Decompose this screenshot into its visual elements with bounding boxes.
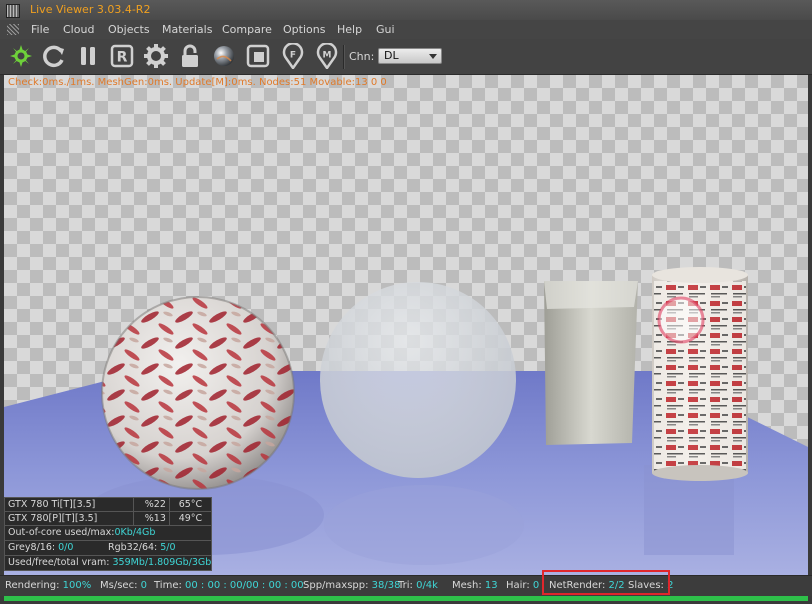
netrender-highlight-box (542, 570, 670, 595)
refresh-icon (43, 45, 64, 68)
svg-text:F: F (290, 51, 296, 61)
clay-icon (246, 44, 270, 68)
material-ball-button[interactable] (210, 42, 238, 70)
gpu-temp: 65°C (168, 497, 213, 512)
vram-line: Used/free/total vram: 359Mb/1.809Gb/3Gb (4, 556, 212, 571)
render-progress-bar (4, 596, 808, 601)
rgb-value: 5/0 (160, 542, 176, 553)
chevron-down-icon (429, 54, 437, 59)
gpu-row: GTX 780 Ti[T][3.5] %22 65°C (4, 497, 213, 512)
clay-button[interactable] (244, 42, 272, 70)
rgb-label: Rgb32/64: (108, 542, 161, 553)
grey-value: 0/0 (58, 542, 74, 553)
menu-materials[interactable]: Materials (162, 23, 212, 36)
out-of-core-value: 0Kb/4Gb (114, 527, 156, 538)
vram-label: Used/free/total vram: (8, 557, 113, 568)
settings-icon (144, 44, 168, 68)
lock-icon (182, 44, 198, 67)
channel-select[interactable]: DL (378, 48, 442, 64)
channel-select-value: DL (384, 49, 399, 62)
gpu-name: GTX 780[P][T][3.5] (4, 511, 134, 526)
render-status-line: Check:0ms./1ms. MeshGen:0ms. Update[M]:0… (8, 77, 387, 88)
render-time: Time: 00 : 00 : 00/00 : 00 : 00 (154, 580, 304, 591)
status-bar: Rendering: 100% Ms/sec: 0 Time: 00 : 00 … (0, 575, 812, 596)
texture-count-line: Grey8/16: 0/0 Rgb32/64: 5/0 (4, 541, 212, 556)
material-pick-icon: M (316, 43, 338, 69)
svg-text:M: M (323, 51, 332, 61)
focus-pick-button[interactable]: F (279, 42, 307, 70)
lock-button[interactable] (176, 42, 204, 70)
menu-bar: File Cloud Objects Materials Compare Opt… (0, 20, 812, 39)
focus-pick-icon: F (282, 43, 304, 69)
samples-per-pixel: Spp/maxspp: 38/38 (303, 580, 401, 591)
gpu-temp: 49°C (168, 511, 213, 526)
window-title: Live Viewer 3.03.4-R2 (30, 3, 151, 16)
menu-cloud[interactable]: Cloud (63, 23, 94, 36)
gpu-info-panel: GTX 780 Ti[T][3.5] %22 65°C GTX 780[P][T… (4, 497, 213, 571)
grey-label: Grey8/16: (8, 542, 59, 553)
title-bar: Live Viewer 3.03.4-R2 (0, 0, 812, 21)
rendering-status: Rendering: 100% (5, 580, 92, 591)
pause-button[interactable] (74, 42, 102, 70)
menu-help[interactable]: Help (337, 23, 362, 36)
svg-text:R: R (117, 50, 128, 66)
gpu-name: GTX 780 Ti[T][3.5] (4, 497, 134, 512)
gpu-usage: %22 (132, 497, 170, 512)
menu-objects[interactable]: Objects (108, 23, 150, 36)
material-pick-button[interactable]: M (313, 42, 341, 70)
toolbar-separator (343, 45, 345, 69)
render-icon (10, 45, 32, 67)
menu-gui[interactable]: Gui (376, 23, 395, 36)
out-of-core-label: Out-of-core used/max: (8, 527, 115, 538)
material-ball-icon (214, 46, 234, 66)
gpu-table: GTX 780 Ti[T][3.5] %22 65°C GTX 780[P][T… (4, 497, 213, 526)
menu-grip-icon (7, 24, 19, 35)
out-of-core-line: Out-of-core used/max:0Kb/4Gb (4, 526, 212, 541)
vram-value: 359Mb/1.809Gb/3Gb (112, 557, 212, 568)
refresh-button[interactable] (40, 42, 68, 70)
region-icon: R (110, 44, 134, 68)
hair-count: Hair: 0 (506, 580, 540, 591)
gpu-usage: %13 (132, 511, 170, 526)
region-button[interactable]: R (108, 42, 136, 70)
triangle-count: Tri: 0/4k (398, 580, 438, 591)
pause-icon (81, 47, 95, 65)
menu-options[interactable]: Options (283, 23, 325, 36)
menu-file[interactable]: File (31, 23, 49, 36)
app-icon[interactable] (6, 4, 20, 18)
settings-button[interactable] (142, 42, 170, 70)
ms-per-sec: Ms/sec: 0 (100, 580, 147, 591)
render-progress-fill (4, 596, 808, 601)
toolbar: R F M Chn: DL (0, 39, 812, 75)
render-button[interactable] (7, 42, 35, 70)
menu-compare[interactable]: Compare (222, 23, 272, 36)
mesh-count: Mesh: 13 (452, 580, 498, 591)
gpu-row: GTX 780[P][T][3.5] %13 49°C (4, 511, 213, 526)
channel-label: Chn: (349, 50, 375, 63)
